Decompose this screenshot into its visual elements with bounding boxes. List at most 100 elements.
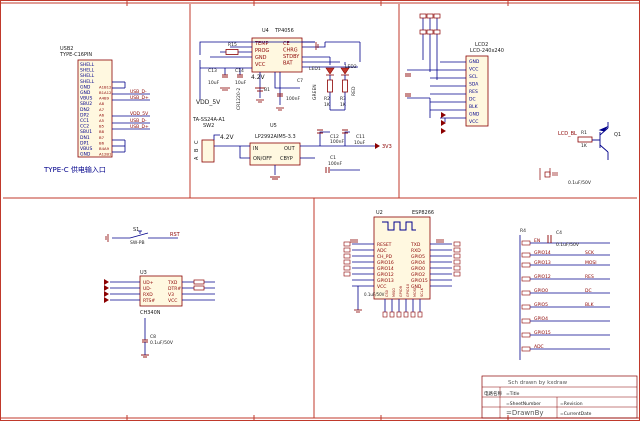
lcd-pin-name: GND: [469, 112, 480, 118]
esp-left-stubs: [352, 243, 374, 287]
s1-ref: S1: [133, 227, 139, 233]
ch340-left-flags: [104, 279, 109, 303]
esp-right-pin: GPIO2: [411, 272, 425, 278]
io-row: GPIO13: [521, 260, 610, 268]
tp4056-left-pin: VCC: [255, 62, 266, 68]
label-4v2-charger: 4.2V: [251, 74, 266, 81]
usb-pin-name: SHELL: [80, 73, 95, 79]
ldo-pin-cbyp: CBYP: [280, 156, 293, 162]
esp-left-pin: GPIO12: [377, 272, 394, 278]
title-row3-value: =DrawnBy: [506, 409, 544, 417]
lcd-bl-net: LCD_BL: [558, 131, 577, 137]
vdd5v-label: VDD_5V: [196, 99, 221, 106]
usb-pin-name: CC1: [80, 118, 89, 124]
tp4056-right-pin: BAT: [283, 61, 293, 67]
reset-switch-symbol: [112, 230, 178, 239]
lcd-pin-name: VCC: [469, 67, 478, 73]
battery-b1-label: B1: [264, 87, 270, 93]
c1-value: 100nF: [328, 161, 342, 167]
c4-capacitor: [547, 235, 552, 243]
esp-part: ESP8266: [412, 210, 434, 216]
q1-label: Q1: [614, 132, 621, 138]
usb-pin-name: VBUS: [80, 96, 92, 102]
slide-switch-body: [201, 139, 215, 163]
battery-part: CR1220-2: [236, 88, 242, 110]
r3-value: 1K: [340, 102, 347, 108]
usb-pin-number: A4B9: [99, 96, 110, 101]
usb-pin-number: B1A12: [99, 90, 112, 95]
switch-pin-label: A: [194, 156, 200, 160]
io-function-label: RES: [585, 274, 594, 280]
c7-label: C7: [297, 78, 303, 84]
ldo-pin-out: OUT: [284, 146, 296, 152]
c11-value: 10uF: [354, 140, 366, 146]
esp-right-pin: GPIO5: [411, 254, 425, 260]
io-pullup-resistor: [521, 304, 531, 310]
usb-pin-number: B4A9: [99, 146, 110, 151]
q1-transistor: [592, 122, 609, 160]
ch340-right-pin: VCC: [168, 298, 177, 304]
usb-part: TYPE-C16PIN: [59, 52, 92, 58]
ch340-ref: U3: [140, 270, 147, 276]
usb-pin-number: A6: [99, 112, 105, 117]
net-3v3-flag: 3V3: [375, 143, 392, 150]
io-row: GPIO0: [521, 288, 610, 296]
ch340-right-pin: TXD: [167, 280, 178, 286]
net-3v3-label: 3V3: [382, 144, 392, 150]
esp-right-pin: TXD: [410, 242, 421, 248]
usb-pin-number: B5: [99, 124, 105, 129]
io-row: GPIO12: [521, 274, 610, 282]
r1-value: 1K: [581, 143, 588, 149]
c14-value: 10uF: [235, 80, 247, 86]
ldo-pin-in: IN: [253, 146, 258, 152]
ch340-part: CH340N: [140, 310, 161, 316]
usb-caption: TYPE-C 供电输入口: [43, 165, 106, 174]
esp-left-pin: GPIO14: [377, 266, 394, 272]
usb-pin-name: CC2: [80, 124, 89, 130]
led-red-label: RED: [351, 86, 357, 96]
io-net-label: GPIO0: [534, 288, 548, 294]
esp-bottom-pin: SCLK: [420, 287, 424, 297]
io-function-label: DC: [585, 288, 592, 294]
title-rev-label: =Revision: [560, 401, 583, 407]
usb-pin-name: DN1: [80, 135, 90, 141]
io-function-label: SCK: [585, 250, 595, 256]
io-pullup-resistor: [521, 276, 531, 282]
usb-pin-number: B7: [99, 135, 105, 140]
lcd-net-flags: [441, 112, 446, 134]
led2-label: LED2: [345, 64, 357, 70]
r1-label: R1: [581, 130, 587, 136]
title-row2-value: =SheetNumber: [506, 401, 541, 407]
c13-capacitor: [222, 74, 228, 78]
c11-label: C11: [356, 134, 365, 140]
c14-label: C14: [235, 68, 244, 74]
usb-pin-number: A7: [99, 107, 105, 112]
lcd-pin-name: SDA: [469, 82, 479, 88]
reset-block: S1 SW-PB RST: [105, 227, 181, 246]
usb-pin-name: SBU2: [80, 101, 92, 107]
usb-pin-name: DP1: [80, 140, 89, 146]
usb-pin-name: GND: [80, 90, 91, 96]
usb-pin-name: GND: [80, 84, 91, 90]
tp4056-right-pin: CHRG: [283, 48, 298, 54]
esp-bottom-pin: MOSI: [413, 288, 417, 297]
io-function-label: BLK: [585, 302, 595, 308]
ch340-right-resistors: [193, 279, 205, 291]
io-row: GPIO15: [521, 330, 610, 338]
ch340-block: U3 UD+UD-RXDRTS# TXDDTR#V3VCC CH340N C8 …: [104, 270, 215, 358]
lcd-pin-name: SCL: [469, 74, 478, 80]
switch-ref: SW2: [203, 123, 214, 129]
switch-abc-labels: ABC: [194, 140, 200, 160]
esp-left-pin: CH_PD: [377, 254, 392, 260]
lcd-cap-value: 0.1uF/50V: [568, 180, 592, 186]
usb-pin-number: B8: [99, 129, 105, 134]
usb-pin-number: A8: [99, 101, 105, 106]
esp-left-pin: VCC: [377, 284, 386, 290]
esp-left-pin: ADC: [377, 248, 387, 254]
usb-net-label: USB_D-: [130, 118, 147, 124]
io-net-label: GPIO4: [534, 316, 548, 322]
c4-label: C4: [556, 230, 562, 236]
r2-label: R2: [324, 96, 330, 102]
io-pullup-resistor: [521, 290, 531, 296]
io-net-label: ADC: [534, 344, 544, 350]
